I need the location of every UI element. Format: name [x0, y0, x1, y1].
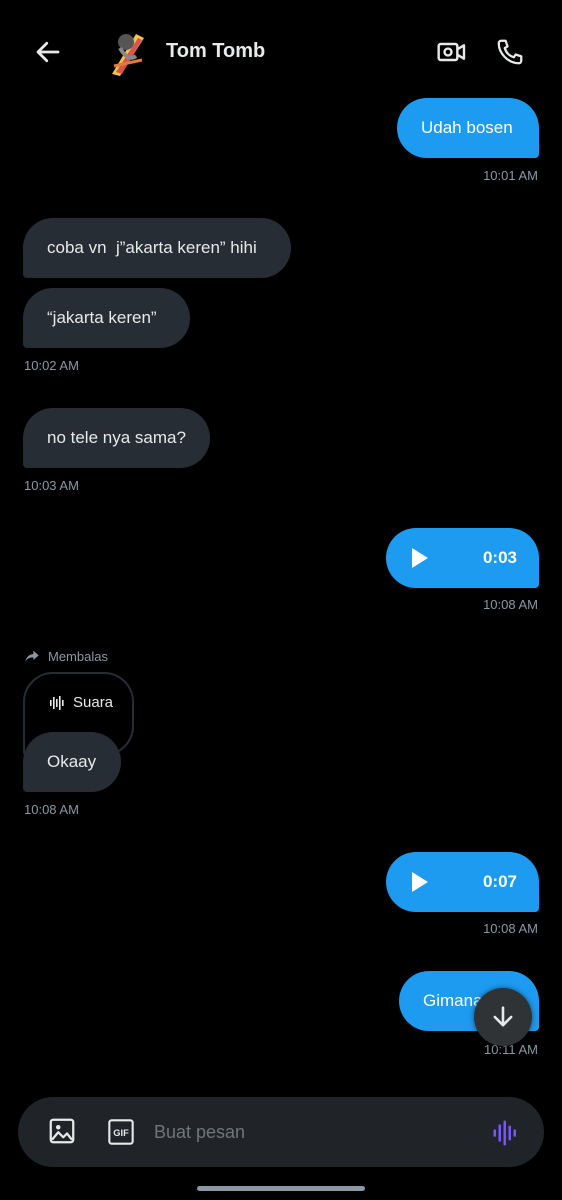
conversation-header: Tom Tomb: [0, 0, 562, 100]
scroll-to-bottom-button[interactable]: [474, 988, 532, 1046]
play-icon[interactable]: [412, 872, 428, 892]
voice-message-outgoing[interactable]: 0:07: [386, 852, 539, 912]
gif-icon: GIF: [108, 1119, 134, 1145]
message-timestamp: 10:03 AM: [24, 478, 79, 493]
message-bubble-incoming[interactable]: coba vn j”akarta keren” hihi: [23, 218, 291, 278]
voice-duration: 0:07: [482, 872, 517, 891]
voice-message-outgoing[interactable]: 0:03: [386, 528, 539, 588]
message-text: “jakarta keren”: [47, 308, 157, 327]
gif-button[interactable]: GIF: [106, 1117, 136, 1147]
message-text: coba vn j”akarta keren” hihi: [47, 238, 257, 257]
video-camera-icon: [437, 42, 466, 62]
message-timestamp: 10:08 AM: [24, 802, 79, 817]
reply-arrow-icon: [25, 650, 39, 662]
message-input[interactable]: [154, 1115, 474, 1149]
message-text: no tele nya sama?: [47, 428, 186, 447]
home-indicator[interactable]: [197, 1186, 365, 1191]
quoted-text: Suara: [73, 694, 114, 711]
play-icon[interactable]: [412, 548, 428, 568]
contact-name[interactable]: Tom Tomb: [166, 40, 265, 63]
message-bubble-outgoing[interactable]: Udah bosen: [397, 98, 539, 158]
image-icon: [49, 1118, 75, 1144]
media-button[interactable]: [46, 1115, 78, 1147]
message-composer: GIF: [18, 1097, 544, 1167]
message-timestamp: 10:01 AM: [483, 168, 538, 183]
reply-label: Membalas: [48, 648, 108, 664]
video-call-button[interactable]: [432, 32, 472, 72]
avatar[interactable]: [106, 26, 150, 78]
message-timestamp: 10:02 AM: [24, 358, 79, 373]
voice-call-button[interactable]: [490, 32, 530, 72]
message-text: Gimana: [423, 991, 483, 1010]
message-bubble-incoming[interactable]: Okaay: [23, 732, 121, 792]
gif-label: GIF: [113, 1128, 129, 1138]
voice-record-button[interactable]: [490, 1117, 522, 1149]
back-button[interactable]: [30, 34, 66, 70]
message-text: Okaay: [47, 752, 97, 771]
message-text: Udah bosen: [421, 118, 513, 137]
waveform-icon: [50, 695, 64, 710]
arrow-down-icon: [493, 1006, 513, 1027]
message-timestamp: 10:08 AM: [483, 921, 538, 936]
arrow-left-icon: [36, 41, 60, 63]
message-timestamp: 10:08 AM: [483, 597, 538, 612]
reply-indicator: Membalas: [24, 648, 108, 664]
voice-duration: 0:03: [482, 548, 517, 567]
avatar-image: [106, 26, 150, 78]
dm-conversation-screen: Tom Tomb Udah bosen 10:01 AM coba vn j”a…: [0, 0, 562, 1200]
message-bubble-incoming[interactable]: “jakarta keren”: [23, 288, 190, 348]
message-bubble-incoming[interactable]: no tele nya sama?: [23, 408, 210, 468]
phone-icon: [497, 39, 523, 65]
voice-waveform-icon: [493, 1120, 516, 1146]
